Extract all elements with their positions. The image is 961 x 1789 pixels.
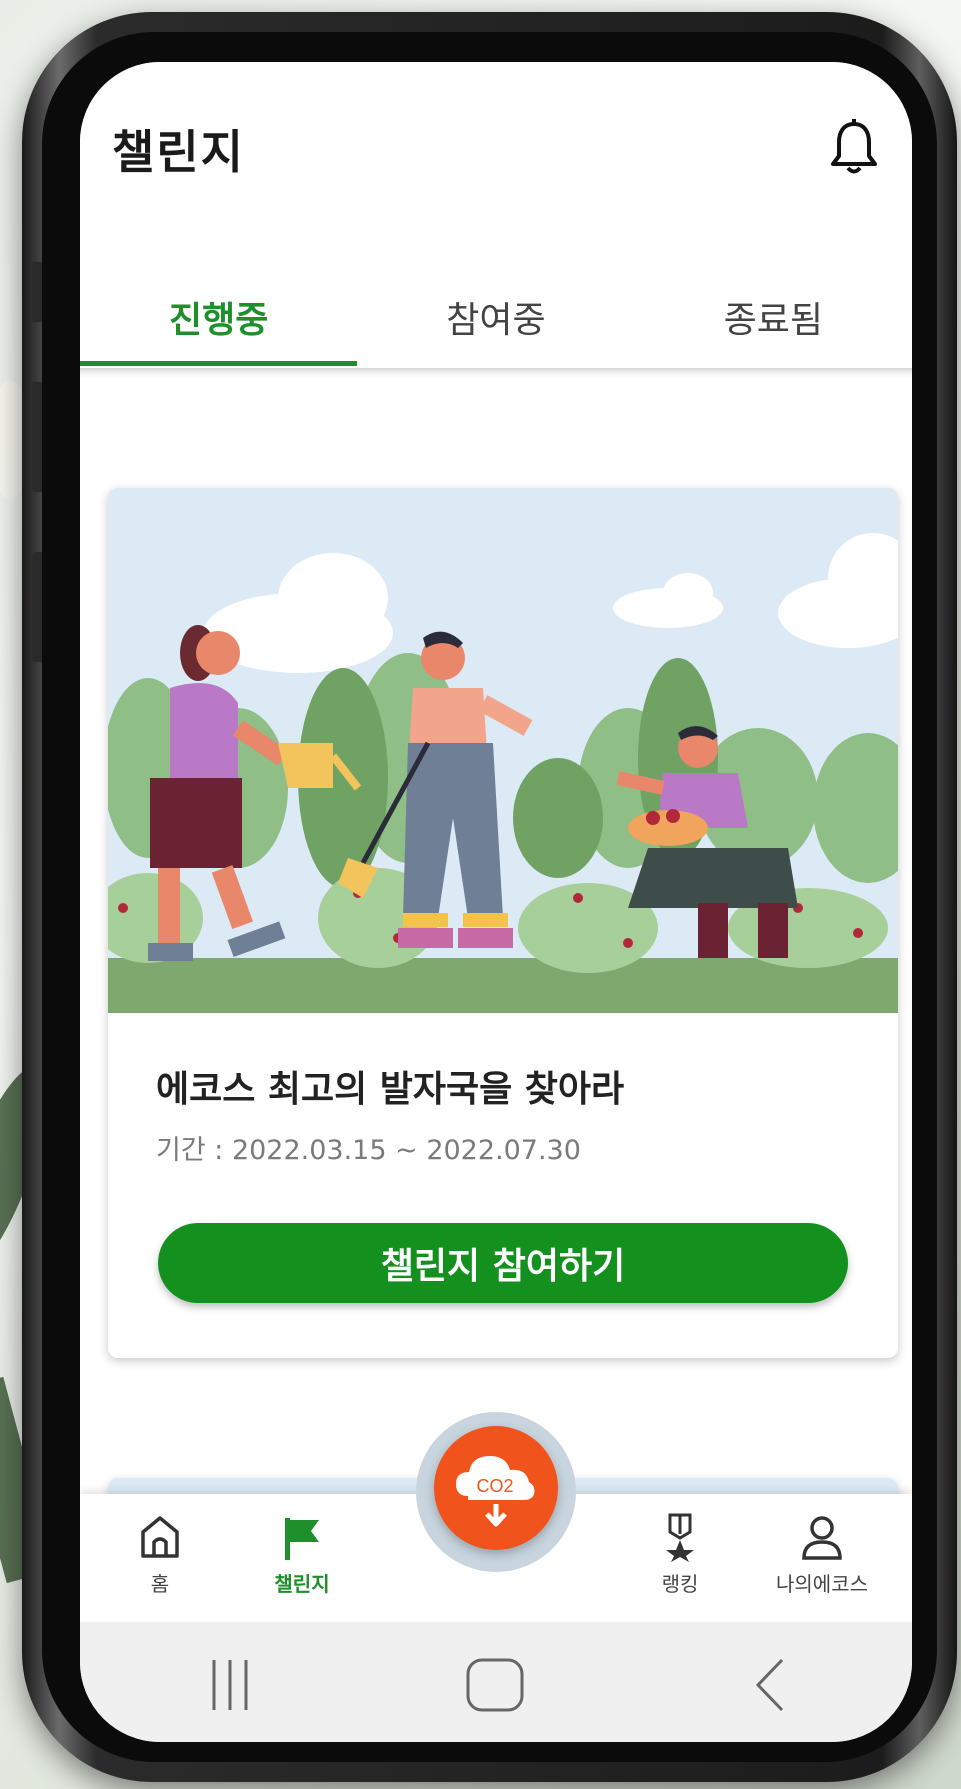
gardening-illustration xyxy=(108,488,898,1013)
medal-icon xyxy=(666,1513,694,1562)
tab-in-progress[interactable]: 진행중 xyxy=(80,262,358,372)
nav-home[interactable]: 홈 xyxy=(90,1512,230,1612)
nav-home-label: 홈 xyxy=(150,1572,170,1596)
user-icon xyxy=(802,1516,842,1560)
bell-icon[interactable] xyxy=(828,118,880,176)
back-icon[interactable] xyxy=(740,1654,800,1716)
system-nav-bar xyxy=(80,1622,912,1742)
nav-challenge-label: 챌린지 xyxy=(274,1572,330,1596)
challenge-list: 에코스 최고의 발자국을 찾아라 기간 : 2022.03.15 ~ 2022.… xyxy=(80,378,912,1678)
tab-ended[interactable]: 종료됨 xyxy=(635,262,912,372)
tab-bar: 진행중 참여중 종료됨 xyxy=(80,262,912,372)
challenge-card[interactable]: 에코스 최고의 발자국을 찾아라 기간 : 2022.03.15 ~ 2022.… xyxy=(108,488,898,1358)
home-square-icon[interactable] xyxy=(460,1654,530,1716)
app-screen: 챌린지 진행중 참여중 종료됨 에코스 최고의 발자국을 찾아라 기간: 20… xyxy=(80,62,912,1742)
join-challenge-button[interactable]: 챌린지 참여하기 xyxy=(158,1223,848,1303)
challenge-title: 에코스 최고의 발자국을 찾아라 xyxy=(156,1069,625,1110)
nav-ranking[interactable]: 랭킹 xyxy=(610,1512,750,1612)
nav-ranking-label: 랭킹 xyxy=(661,1572,699,1596)
nav-my-ecos[interactable]: 나의에코스 xyxy=(752,1512,892,1612)
co2-cloud-icon: CO2 xyxy=(456,1456,535,1527)
nav-my-ecos-label: 나의에코스 xyxy=(776,1572,868,1596)
nav-challenge[interactable]: 챌린지 xyxy=(232,1512,372,1612)
co2-button[interactable]: CO2 xyxy=(434,1426,558,1550)
co2-label: CO2 xyxy=(476,1476,513,1496)
recent-apps-icon[interactable] xyxy=(200,1654,260,1716)
flag-icon xyxy=(285,1518,319,1560)
app-header: 챌린지 xyxy=(80,62,912,272)
co2-button-ring: CO2 xyxy=(416,1412,576,1572)
challenge-period: 기간 : 2022.03.15 ~ 2022.07.30 xyxy=(156,1135,581,1166)
tab-divider xyxy=(80,368,912,378)
page-title: 챌린지 xyxy=(112,125,245,179)
tab-participating[interactable]: 참여중 xyxy=(357,262,634,372)
home-icon xyxy=(141,1516,179,1558)
